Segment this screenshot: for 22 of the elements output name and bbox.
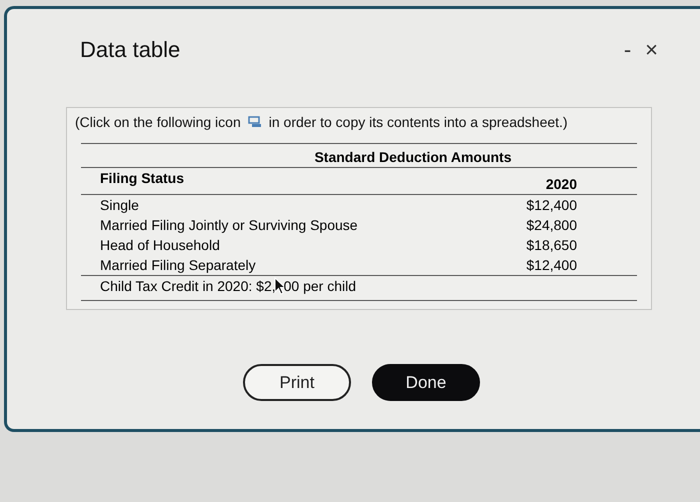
table-cell-text: $12,400 [526, 196, 577, 215]
table-cell-text: Single [100, 196, 139, 215]
window-title: Data table [80, 37, 182, 63]
done-button[interactable]: Done [372, 364, 480, 401]
footnote-text: Child Tax Credit in 2020: $2, [100, 277, 276, 296]
table-cell-text: Married Filing Separately [100, 256, 256, 275]
column-header: 2020 [546, 175, 577, 194]
close-button[interactable]: × [645, 37, 658, 63]
table-cell-text: $18,650 [526, 236, 577, 255]
table-cell-text: Married Filing Jointly or Surviving Spouse [100, 216, 358, 235]
table-caption: Standard Deduction Amounts [313, 148, 513, 167]
table-cell-text: Head of Household [100, 236, 220, 255]
footnote-text: 00 per child [284, 277, 356, 296]
column-header: Filing Status [100, 169, 184, 188]
table-cell-text: $24,800 [526, 216, 577, 235]
instruction-text: (Click on the following icon [75, 114, 241, 130]
spreadsheet-copy-icon[interactable] [248, 116, 262, 128]
instruction-text: in order to copy its contents into a spreadsheet.) [268, 114, 568, 130]
mouse-cursor-icon [274, 277, 286, 295]
minimize-button[interactable]: - [624, 37, 632, 63]
table-cell-text: $12,400 [526, 256, 577, 275]
print-button[interactable]: Print [243, 364, 351, 401]
